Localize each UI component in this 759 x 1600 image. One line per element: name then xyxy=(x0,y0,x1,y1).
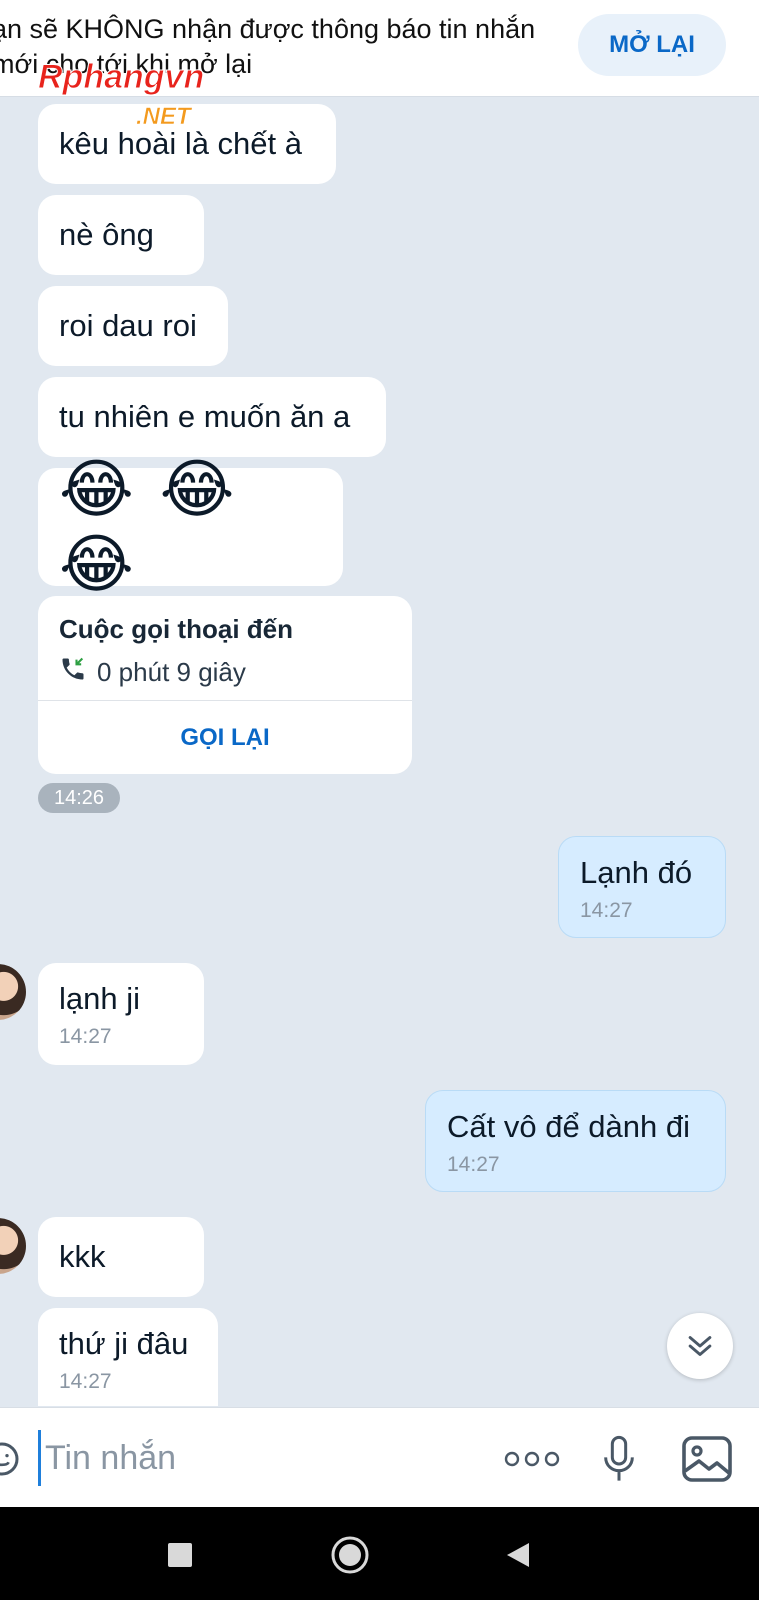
message-bubble[interactable]: roi dau roi xyxy=(38,286,228,366)
emoji-icon xyxy=(0,1442,19,1476)
message-time: 14:27 xyxy=(59,1370,112,1393)
chevron-double-down-icon xyxy=(688,1336,712,1356)
emoji-message-bubble[interactable]: 😂 😂 😂 xyxy=(38,453,343,600)
message-bubble[interactable]: nè ông xyxy=(38,195,204,275)
image-button[interactable] xyxy=(680,1434,734,1484)
avatar[interactable] xyxy=(0,964,26,1020)
emoji-text: 😂 😂 😂 xyxy=(59,453,239,600)
message-text: Lạnh đó xyxy=(580,855,693,890)
message-input[interactable]: Tin nhắn xyxy=(38,1430,465,1486)
message-time: 14:27 xyxy=(59,1025,112,1048)
call-duration-row: 0 phút 9 giây xyxy=(59,655,391,690)
call-title: Cuộc gọi thoại đến xyxy=(59,614,293,644)
message-text: nè ông xyxy=(59,217,154,252)
mic-icon xyxy=(604,1435,634,1481)
emoji-button[interactable] xyxy=(0,1434,22,1484)
message-text: thứ ji đâu xyxy=(59,1326,189,1361)
call-duration: 0 phút 9 giây xyxy=(97,657,246,687)
message-text: kkk xyxy=(59,1239,106,1274)
message-time: 14:27 xyxy=(447,1153,500,1176)
back-button[interactable] xyxy=(498,1535,538,1575)
message-bubble[interactable]: kêu hoài là chết à xyxy=(38,104,336,184)
outgoing-message-bubble[interactable]: Cất vô để dành đi 14:27 xyxy=(425,1090,726,1192)
message-bubble[interactable]: thứ ji đâu 14:27 xyxy=(38,1308,218,1406)
more-icon xyxy=(504,1451,560,1467)
recents-button[interactable] xyxy=(160,1535,200,1575)
call-card: Cuộc gọi thoại đến 0 phút 9 giây GỌI LẠI xyxy=(38,596,412,774)
divider xyxy=(38,700,412,701)
call-back-button[interactable]: GỌI LẠI xyxy=(38,702,412,774)
message-time: 14:27 xyxy=(580,899,633,922)
notification-banner: ạn sẽ KHÔNG nhận được thông báo tin nhắn… xyxy=(0,0,759,97)
message-input-bar: Tin nhắn xyxy=(0,1407,759,1508)
image-icon xyxy=(682,1436,732,1482)
incoming-call-icon xyxy=(59,655,87,690)
more-button[interactable] xyxy=(500,1434,564,1484)
message-text: Cất vô để dành đi xyxy=(447,1109,691,1144)
message-text: tu nhiên e muốn ăn a xyxy=(59,399,351,434)
message-bubble[interactable]: tu nhiên e muốn ăn a xyxy=(38,377,386,457)
home-button[interactable] xyxy=(330,1535,370,1575)
message-text: roi dau roi xyxy=(59,308,197,343)
mic-button[interactable] xyxy=(598,1434,640,1484)
message-bubble[interactable]: kkk xyxy=(38,1217,204,1297)
back-triangle-icon xyxy=(507,1543,529,1567)
reopen-button[interactable]: MỞ LẠI xyxy=(578,14,726,76)
square-icon xyxy=(168,1543,192,1567)
banner-text: ạn sẽ KHÔNG nhận được thông báo tin nhắn… xyxy=(0,14,536,79)
message-text: lạnh ji xyxy=(59,981,140,1016)
outgoing-message-bubble[interactable]: Lạnh đó 14:27 xyxy=(558,836,726,938)
avatar[interactable] xyxy=(0,1218,26,1274)
message-text: kêu hoài là chết à xyxy=(59,126,303,161)
scroll-to-bottom-button[interactable] xyxy=(667,1313,733,1379)
home-circle-icon xyxy=(331,1536,369,1574)
system-navigation-bar xyxy=(0,1507,759,1600)
message-bubble[interactable]: lạnh ji 14:27 xyxy=(38,963,204,1065)
time-pill: 14:26 xyxy=(38,783,120,813)
